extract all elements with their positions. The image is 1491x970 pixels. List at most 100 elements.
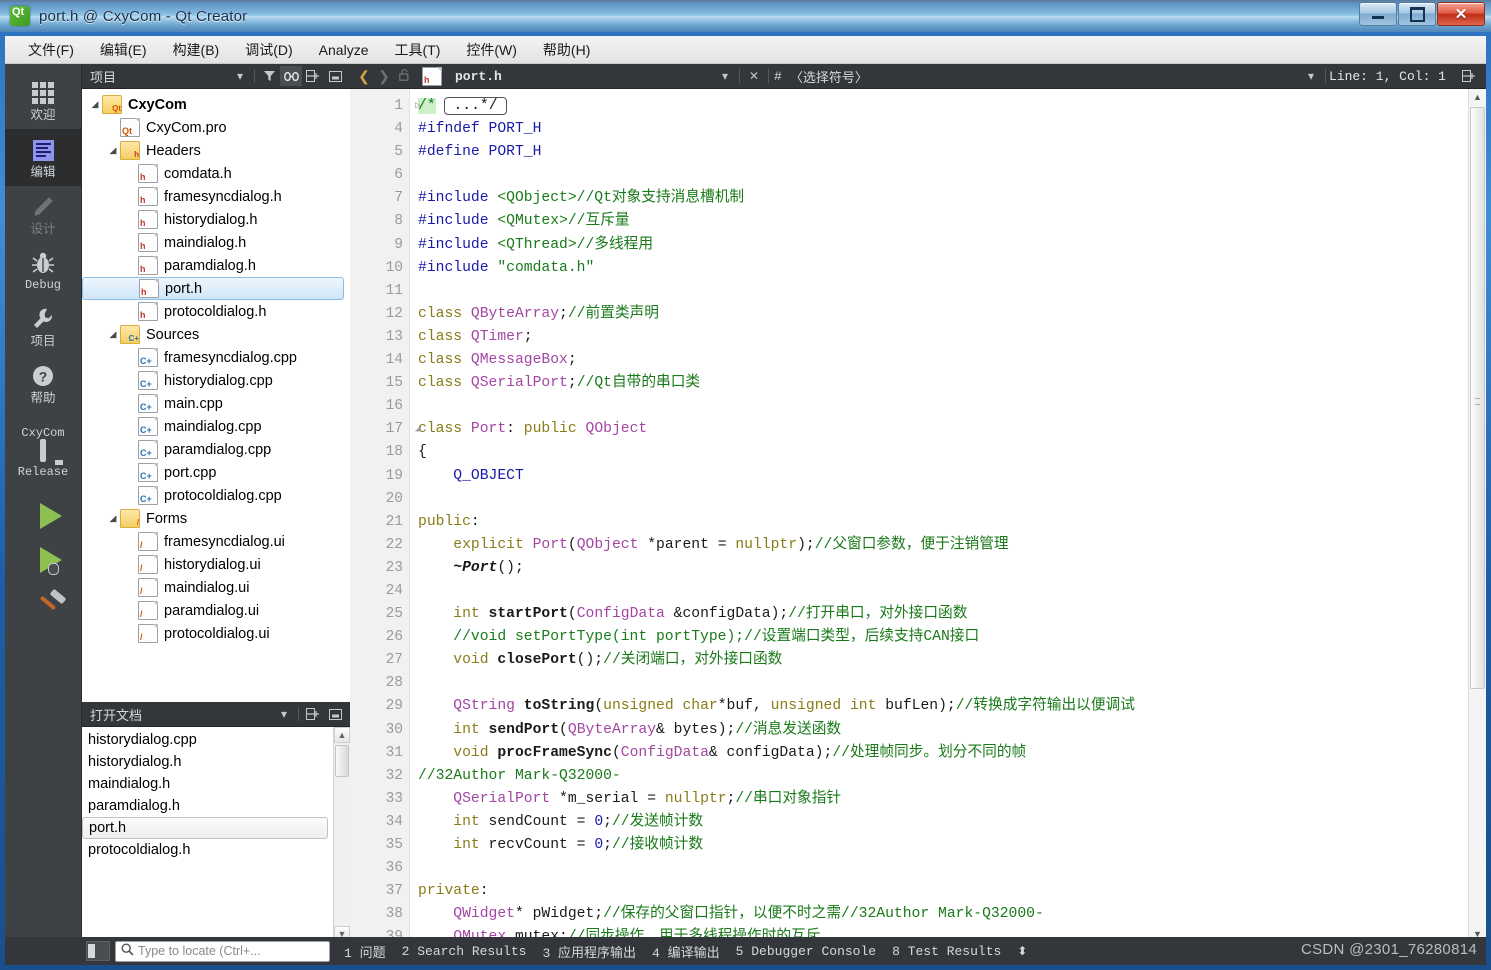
- code-line[interactable]: int recvCount = 0;//接收帧计数: [418, 834, 1468, 857]
- source-code[interactable]: /* ...*/ #ifndef PORT_H #define PORT_H #in…: [410, 89, 1468, 942]
- menu-debug[interactable]: 调试(D): [234, 37, 303, 63]
- close-panel-icon[interactable]: [324, 704, 346, 724]
- chevron-down-icon[interactable]: ▾: [229, 66, 251, 86]
- code-line[interactable]: {: [418, 441, 1468, 464]
- sidebar-item-edit[interactable]: 编辑: [5, 128, 81, 186]
- scrollbar-thumb[interactable]: [1470, 107, 1485, 689]
- tree-item-historydialog-h[interactable]: h historydialog.h: [82, 208, 350, 231]
- sidebar-item-design[interactable]: 设计: [5, 186, 81, 243]
- output-pane-tab[interactable]: 8 Test Results: [892, 944, 1001, 959]
- code-line[interactable]: [418, 672, 1468, 695]
- code-line[interactable]: [418, 280, 1468, 303]
- menu-file[interactable]: 文件(F): [17, 37, 85, 63]
- code-line[interactable]: #include <QObject>//Qt对象支持消息槽机制: [418, 187, 1468, 210]
- code-line[interactable]: class QTimer;: [418, 326, 1468, 349]
- menu-analyze[interactable]: Analyze: [308, 39, 380, 61]
- tree-item-comdata-h[interactable]: h comdata.h: [82, 162, 350, 185]
- tree-item-maindialog-ui[interactable]: / maindialog.ui: [82, 576, 350, 599]
- tree-item-maindialog-cpp[interactable]: C+ maindialog.cpp: [82, 415, 350, 438]
- symbol-dropdown-icon[interactable]: ▾: [1300, 66, 1322, 86]
- tree-item-framesyncdialog-cpp[interactable]: C+ framesyncdialog.cpp: [82, 346, 350, 369]
- split-add-icon[interactable]: [302, 66, 324, 86]
- code-line[interactable]: #include "comdata.h": [418, 257, 1468, 280]
- build-button[interactable]: [38, 588, 68, 617]
- chevron-down-icon[interactable]: ◢: [88, 99, 102, 110]
- tree-item-paramdialog-h[interactable]: h paramdialog.h: [82, 254, 350, 277]
- menu-help[interactable]: 帮助(H): [532, 37, 601, 63]
- tree-item-paramdialog-ui[interactable]: / paramdialog.ui: [82, 599, 350, 622]
- menu-window[interactable]: 控件(W): [455, 37, 528, 63]
- chevron-down-icon[interactable]: ◢: [106, 329, 120, 340]
- open-document-item[interactable]: historydialog.h: [82, 751, 350, 773]
- code-line[interactable]: QString toString(unsigned char*buf, unsi…: [418, 695, 1468, 718]
- editor-scrollbar[interactable]: ▲ ▼: [1468, 89, 1486, 942]
- sidebar-item-welcome[interactable]: 欢迎: [5, 72, 81, 129]
- code-line[interactable]: [418, 580, 1468, 603]
- close-panel-icon[interactable]: [324, 66, 346, 86]
- tree-item-port-h[interactable]: h port.h: [82, 277, 344, 300]
- toggle-sidebar-icon[interactable]: [86, 941, 110, 961]
- code-line[interactable]: #include <QMutex>//互斥量: [418, 210, 1468, 233]
- scrollbar-thumb[interactable]: [335, 745, 349, 777]
- open-file-chip[interactable]: h port.h: [414, 66, 714, 86]
- chevron-down-icon[interactable]: ◢: [106, 145, 120, 156]
- tree-item-protocoldialog-cpp[interactable]: C+ protocoldialog.cpp: [82, 484, 350, 507]
- code-line[interactable]: ~Port();: [418, 557, 1468, 580]
- opendocs-scrollbar[interactable]: ▲ ▼: [333, 727, 350, 942]
- code-view[interactable]: 1 ▷ 4 5 6 7 8 9 10 11 12 13 14 15 16 17 ◢ 18 19 20 21 22 23 24 2…: [350, 89, 1486, 942]
- close-button[interactable]: ✕: [1437, 2, 1485, 26]
- code-line[interactable]: class Port: public QObject: [418, 418, 1468, 441]
- open-document-item[interactable]: paramdialog.h: [82, 795, 350, 817]
- output-pane-tab[interactable]: 3 应用程序输出: [542, 942, 636, 961]
- sidebar-item-debug[interactable]: Debug: [5, 242, 81, 298]
- fold-expanded-icon[interactable]: ◢: [415, 418, 421, 441]
- code-line[interactable]: int startPort(ConfigData &configData);//…: [418, 603, 1468, 626]
- split-add-icon[interactable]: [1458, 66, 1480, 86]
- open-document-item[interactable]: port.h: [82, 817, 328, 839]
- search-input[interactable]: Type to locate (Ctrl+...: [115, 940, 330, 962]
- code-line[interactable]: class QByteArray;//前置类声明: [418, 303, 1468, 326]
- tree-item-cxycom[interactable]: ◢ Qt CxyCom: [82, 93, 350, 116]
- code-line[interactable]: private:: [418, 880, 1468, 903]
- code-line[interactable]: #include <QThread>//多线程用: [418, 234, 1468, 257]
- maximize-button[interactable]: [1398, 2, 1436, 26]
- code-line[interactable]: QSerialPort *m_serial = nullptr;//串口对象指针: [418, 788, 1468, 811]
- code-line[interactable]: /* ...*/: [418, 95, 1468, 118]
- output-pane-tab[interactable]: 2 Search Results: [402, 944, 527, 959]
- code-line[interactable]: [418, 857, 1468, 880]
- output-pane-tab[interactable]: 4 编译输出: [652, 942, 720, 961]
- kit-selector[interactable]: CxyCom Release: [18, 426, 68, 479]
- filter-icon[interactable]: [258, 66, 280, 86]
- code-line[interactable]: public:: [418, 511, 1468, 534]
- chevron-down-icon[interactable]: ◢: [106, 513, 120, 524]
- open-document-item[interactable]: protocoldialog.h: [82, 839, 350, 861]
- menu-edit[interactable]: 编辑(E): [89, 37, 158, 63]
- run-button[interactable]: [40, 502, 62, 529]
- code-line[interactable]: int sendCount = 0;//发送帧计数: [418, 811, 1468, 834]
- tree-item-forms[interactable]: ◢ / Forms: [82, 507, 350, 530]
- code-line[interactable]: [418, 488, 1468, 511]
- sidebar-item-projects[interactable]: 项目: [5, 298, 81, 355]
- link-icon[interactable]: [280, 66, 302, 86]
- chevron-right-icon[interactable]: ❯: [374, 68, 394, 85]
- symbol-selector[interactable]: # 〈选择符号〉: [772, 67, 1300, 86]
- output-pane-tab[interactable]: 1 问题: [344, 942, 386, 961]
- project-tree[interactable]: ◢ Qt CxyCom Qt CxyCom.pro ◢ h Headers h comdata.h…: [82, 89, 350, 702]
- tree-item-framesyncdialog-ui[interactable]: / framesyncdialog.ui: [82, 530, 350, 553]
- tree-item-port-cpp[interactable]: C+ port.cpp: [82, 461, 350, 484]
- file-dropdown-icon[interactable]: ▾: [714, 66, 736, 86]
- tree-item-framesyncdialog-h[interactable]: h framesyncdialog.h: [82, 185, 350, 208]
- code-line[interactable]: int sendPort(QByteArray& bytes);//消息发送函数: [418, 719, 1468, 742]
- sidebar-item-help[interactable]: ? 帮助: [5, 355, 81, 412]
- output-pane-tab[interactable]: 5 Debugger Console: [736, 944, 876, 959]
- code-line[interactable]: void procFrameSync(ConfigData& configDat…: [418, 742, 1468, 765]
- tree-item-main-cpp[interactable]: C+ main.cpp: [82, 392, 350, 415]
- close-icon[interactable]: ✕: [743, 66, 765, 86]
- code-line[interactable]: QWidget* pWidget;//保存的父窗口指针，以便不时之需//32Au…: [418, 903, 1468, 926]
- menu-tools[interactable]: 工具(T): [383, 37, 451, 63]
- scroll-up-icon[interactable]: ▲: [334, 727, 350, 743]
- code-line[interactable]: explicit Port(QObject *parent = nullptr)…: [418, 534, 1468, 557]
- minimize-button[interactable]: [1359, 2, 1397, 26]
- unlocked-icon[interactable]: [394, 68, 414, 84]
- up-down-arrows-icon[interactable]: ⬍: [1017, 944, 1027, 958]
